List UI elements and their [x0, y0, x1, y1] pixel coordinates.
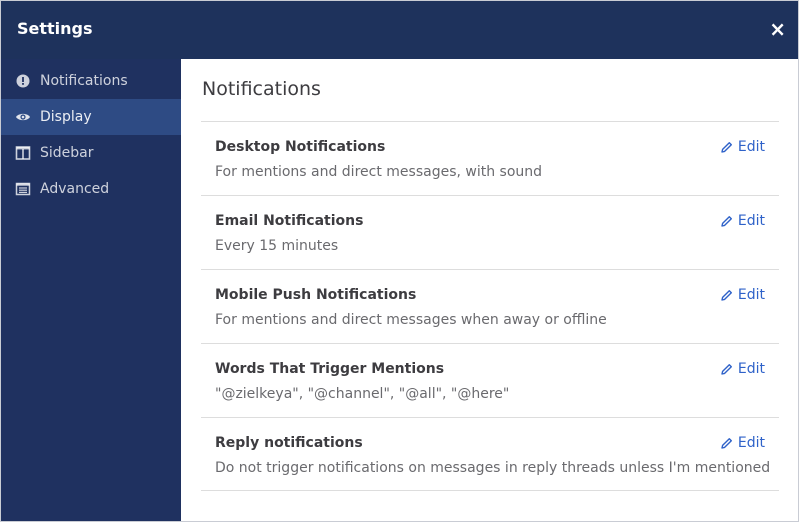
- edit-button[interactable]: Edit: [721, 139, 765, 155]
- modal-header: Settings ×: [1, 1, 798, 59]
- setting-description: For mentions and direct messages, with s…: [215, 164, 543, 180]
- setting-row-desktop-notifications: Desktop Notifications For mentions and d…: [201, 121, 779, 195]
- pencil-icon: [721, 216, 732, 227]
- sidebar-item-label: Sidebar: [40, 145, 94, 161]
- edit-button[interactable]: Edit: [721, 213, 765, 229]
- sidebar-item-display[interactable]: Display: [1, 99, 181, 135]
- settings-modal: Settings × Notifications Display Sidebar…: [0, 0, 799, 522]
- sidebar-item-notifications[interactable]: Notifications: [1, 63, 181, 99]
- sidebar-item-label: Notifications: [40, 73, 128, 89]
- edit-button[interactable]: Edit: [721, 435, 765, 451]
- edit-label: Edit: [737, 139, 765, 155]
- settings-content: Notifications Desktop Notifications For …: [181, 59, 798, 521]
- sidebar-item-label: Display: [40, 109, 92, 125]
- sidebar-item-advanced[interactable]: Advanced: [1, 171, 181, 207]
- sidebar-item-label: Advanced: [40, 181, 110, 197]
- edit-button[interactable]: Edit: [721, 361, 765, 377]
- page-title: Notifications: [202, 78, 321, 100]
- setting-description: Every 15 minutes: [215, 238, 339, 254]
- setting-row-mobile-push-notifications: Mobile Push Notifications For mentions a…: [201, 269, 779, 343]
- eye-icon: [16, 113, 30, 121]
- setting-title: Mobile Push Notifications: [215, 287, 417, 303]
- setting-title: Words That Trigger Mentions: [215, 361, 445, 377]
- setting-title: Reply notifications: [215, 435, 363, 451]
- settings-sidebar: Notifications Display Sidebar Advanced: [1, 59, 181, 521]
- edit-label: Edit: [737, 361, 765, 377]
- setting-row-mention-keywords: Words That Trigger Mentions "@zielkeya",…: [201, 343, 779, 417]
- close-icon[interactable]: ×: [769, 19, 786, 39]
- modal-title: Settings: [17, 19, 93, 38]
- setting-description: For mentions and direct messages when aw…: [215, 312, 607, 328]
- setting-title: Desktop Notifications: [215, 139, 386, 155]
- edit-label: Edit: [737, 213, 765, 229]
- setting-row-reply-notifications: Reply notifications Do not trigger notif…: [201, 417, 779, 491]
- pencil-icon: [721, 438, 732, 449]
- setting-description: Do not trigger notifications on messages…: [215, 460, 771, 476]
- exclamation-circle-icon: [16, 74, 30, 88]
- edit-label: Edit: [737, 435, 765, 451]
- setting-description: "@zielkeya", "@channel", "@all", "@here": [215, 386, 510, 402]
- pencil-icon: [721, 142, 732, 153]
- list-icon: [15, 182, 31, 196]
- pencil-icon: [721, 290, 732, 301]
- setting-row-email-notifications: Email Notifications Every 15 minutes Edi…: [201, 195, 779, 269]
- edit-label: Edit: [737, 287, 765, 303]
- sidebar-item-sidebar[interactable]: Sidebar: [1, 135, 181, 171]
- columns-icon: [15, 146, 31, 160]
- pencil-icon: [721, 364, 732, 375]
- edit-button[interactable]: Edit: [721, 287, 765, 303]
- setting-title: Email Notifications: [215, 213, 364, 229]
